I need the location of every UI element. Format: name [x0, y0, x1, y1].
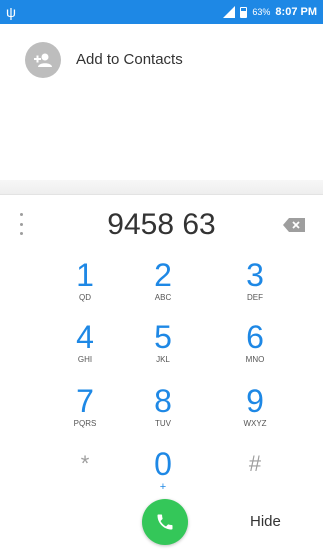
key-6[interactable]: 6 MNO	[215, 320, 295, 378]
key-digit: 5	[154, 319, 172, 355]
key-8[interactable]: 8 TUV	[123, 384, 203, 442]
add-person-icon	[25, 42, 61, 78]
key-0[interactable]: 0 +	[123, 447, 203, 505]
key-digit: 7	[76, 383, 94, 419]
key-3[interactable]: 3 DEF	[215, 258, 295, 316]
key-digit: 0	[154, 446, 172, 482]
key-1[interactable]: 1 QD	[45, 258, 125, 316]
phone-icon	[157, 514, 173, 530]
key-digit: 4	[76, 319, 94, 355]
key-9[interactable]: 9 WXYZ	[215, 384, 295, 442]
key-letters: DEF	[247, 293, 263, 302]
backspace-icon[interactable]	[283, 218, 305, 232]
key-letters: PQRS	[73, 419, 97, 428]
key-digit: 8	[154, 383, 172, 419]
key-letters: WXYZ	[243, 419, 267, 428]
battery-icon	[240, 6, 248, 18]
key-digit: 9	[246, 383, 264, 419]
status-bar: ψ 63% 8:07 PM	[0, 0, 323, 24]
add-to-contacts-label: Add to Contacts	[76, 51, 183, 68]
key-star[interactable]: *	[45, 447, 125, 505]
key-digit: 3	[246, 257, 264, 293]
usb-icon: ψ	[6, 4, 16, 20]
key-hash[interactable]: #	[215, 447, 295, 505]
hide-button[interactable]: Hide	[250, 513, 281, 530]
key-7[interactable]: 7 PQRS	[45, 384, 125, 442]
key-letters: TUV	[155, 419, 171, 428]
battery-percent: 63%	[252, 7, 271, 17]
call-button[interactable]	[142, 499, 188, 545]
key-digit: #	[248, 451, 262, 476]
key-digit: 1	[76, 257, 94, 293]
key-letters: GHI	[77, 355, 93, 364]
add-to-contacts-row[interactable]: Add to Contacts	[0, 42, 323, 82]
key-digit: 6	[246, 319, 264, 355]
divider	[0, 180, 323, 195]
key-digit: 2	[154, 257, 172, 293]
signal-icon	[223, 6, 236, 18]
key-letters: MNO	[245, 355, 265, 364]
key-5[interactable]: 5 JKL	[123, 320, 203, 378]
clock: 8:07 PM	[275, 6, 317, 18]
key-letters: ABC	[154, 293, 172, 302]
key-digit: *	[80, 451, 90, 476]
status-icons: 63% 8:07 PM	[223, 0, 317, 24]
key-4[interactable]: 4 GHI	[45, 320, 125, 378]
dialed-number[interactable]: 9458 63	[0, 205, 323, 245]
key-letters: QD	[79, 293, 91, 302]
key-2[interactable]: 2 ABC	[123, 258, 203, 316]
key-letters: +	[159, 481, 167, 493]
dial-display: 9458 63	[0, 205, 323, 249]
key-letters: JKL	[156, 355, 170, 364]
